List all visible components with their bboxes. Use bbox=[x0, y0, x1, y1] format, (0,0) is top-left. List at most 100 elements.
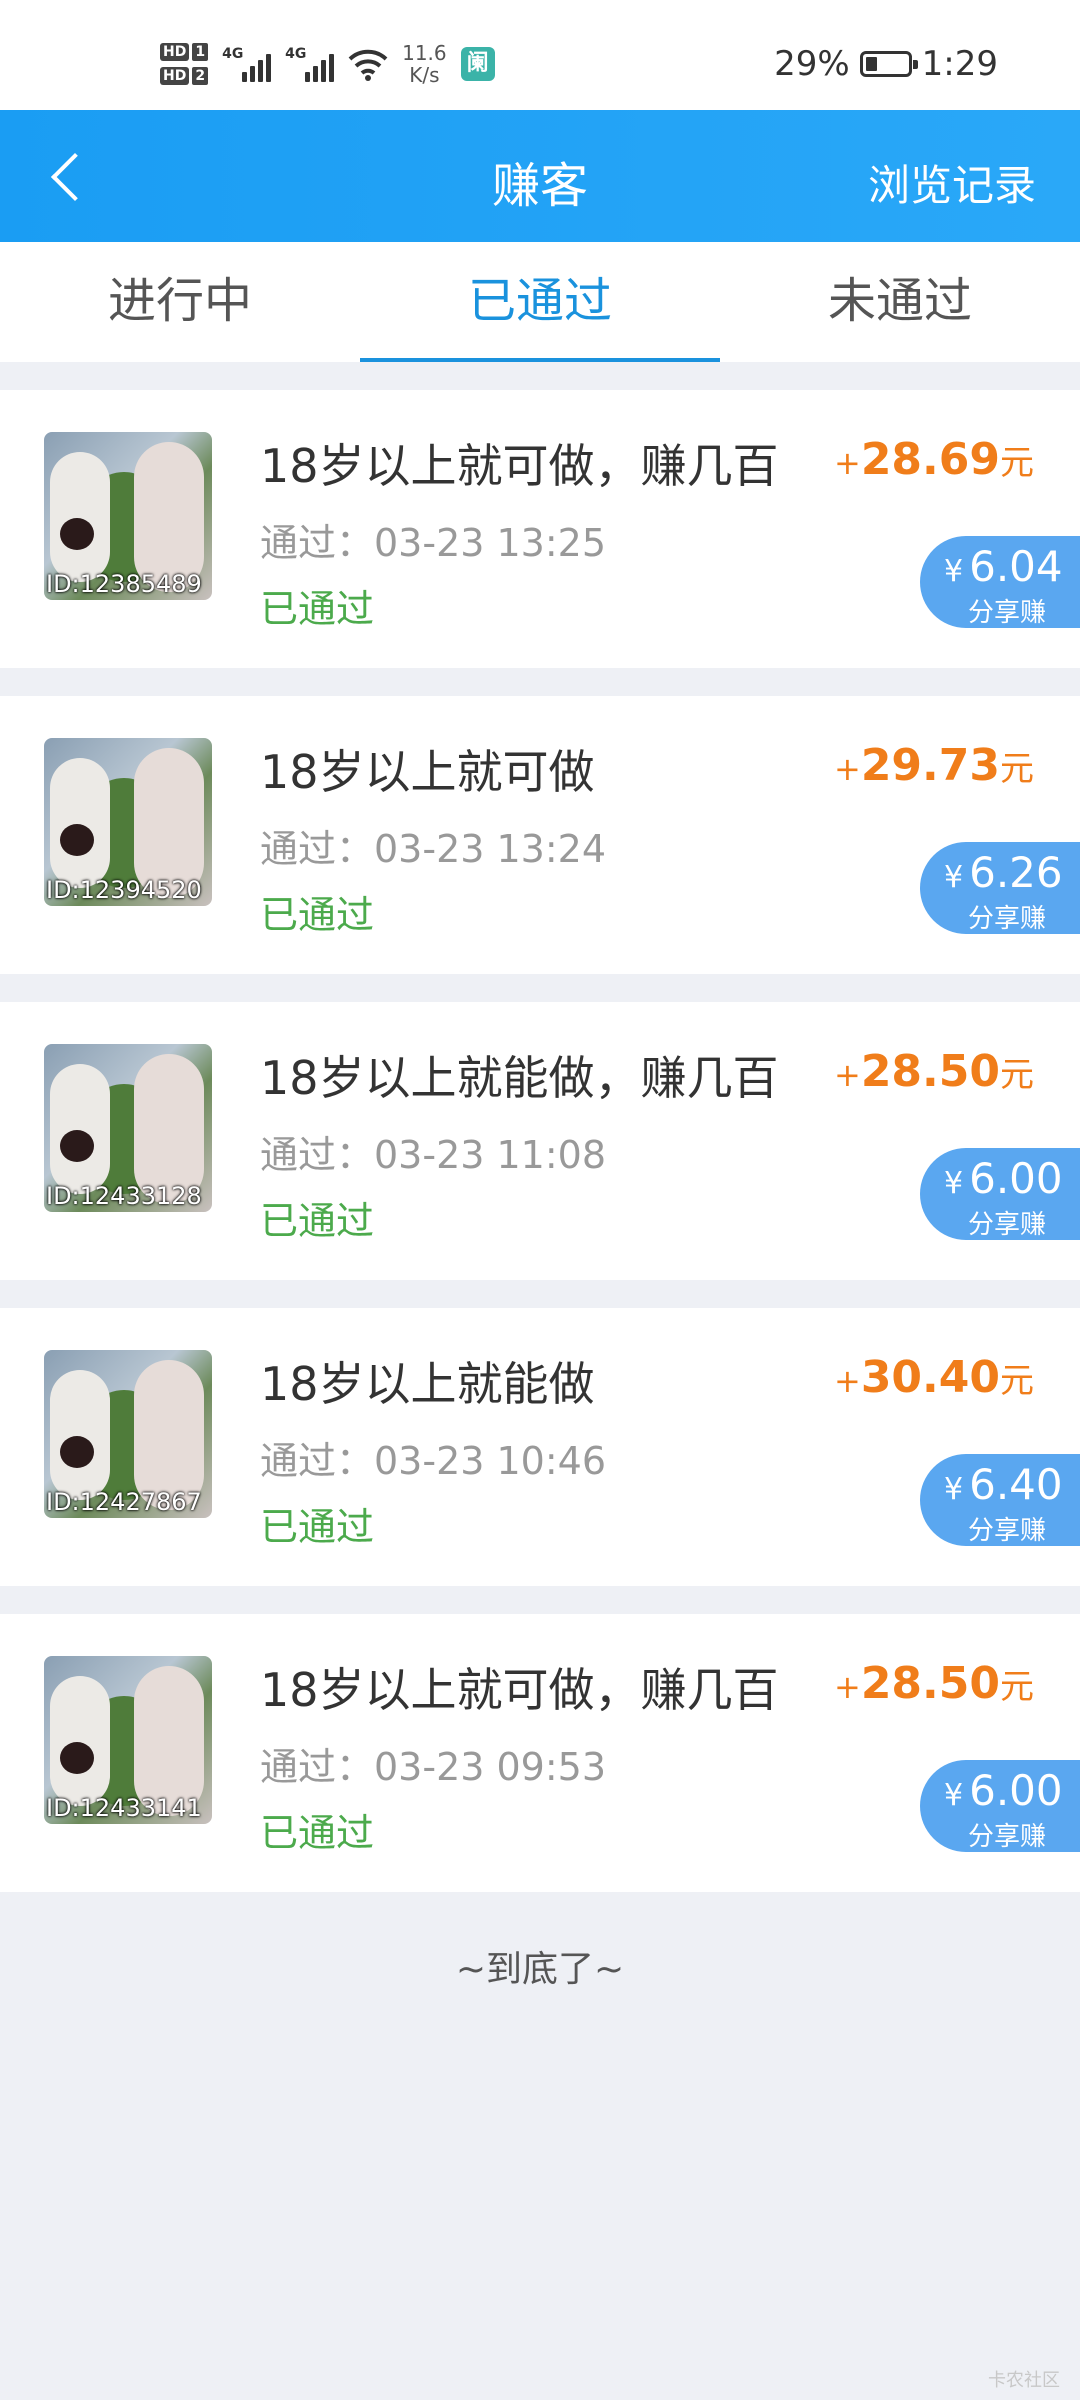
task-thumbnail: ID:12385489 bbox=[44, 432, 212, 600]
reward-unit: 元 bbox=[1000, 1667, 1034, 1707]
network-speed: 11.6 K/s bbox=[402, 42, 447, 86]
reward-plus: + bbox=[834, 750, 861, 788]
status-bar-left: HD 1 HD 2 4G 4G 11.6 K/s 阑 bbox=[160, 34, 495, 94]
share-earn-button[interactable]: ¥6.26 分享赚 bbox=[920, 842, 1080, 934]
reward-value: 28.50 bbox=[860, 1658, 1000, 1709]
task-status: 已通过 bbox=[260, 1505, 375, 1549]
task-pass-time: 通过：03-23 11:08 bbox=[260, 1133, 607, 1177]
task-card[interactable]: ID:12394520 18岁以上就可做 通过：03-23 13:24 已通过 … bbox=[0, 696, 1080, 974]
share-earn-button[interactable]: ¥6.04 分享赚 bbox=[920, 536, 1080, 628]
task-card[interactable]: ID:12427867 18岁以上就能做 通过：03-23 10:46 已通过 … bbox=[0, 1308, 1080, 1586]
wifi-icon bbox=[348, 49, 388, 81]
sim1-indicator: HD 1 bbox=[160, 43, 209, 61]
share-label: 分享赚 bbox=[968, 598, 1047, 628]
task-id: ID:12394520 bbox=[46, 876, 202, 904]
net2-label: 4G bbox=[285, 46, 307, 62]
task-reward: +28.69元 bbox=[834, 434, 1034, 485]
reward-unit: 元 bbox=[1000, 1055, 1034, 1095]
task-list: ID:12385489 18岁以上就可做，赚几百 通过：03-23 13:25 … bbox=[0, 390, 1080, 1920]
share-label: 分享赚 bbox=[968, 904, 1047, 934]
task-id: ID:12427867 bbox=[46, 1488, 202, 1516]
share-value: 6.04 bbox=[969, 542, 1063, 591]
share-earn-button[interactable]: ¥6.00 分享赚 bbox=[920, 1148, 1080, 1240]
reward-plus: + bbox=[834, 1056, 861, 1094]
task-card[interactable]: ID:12433128 18岁以上就能做，赚几百 通过：03-23 11:08 … bbox=[0, 1002, 1080, 1280]
app-notification-icon: 阑 bbox=[460, 47, 495, 81]
watermark: 卡农社区 bbox=[988, 2370, 1060, 2391]
clock: 1:29 bbox=[921, 44, 998, 84]
task-status: 已通过 bbox=[260, 893, 375, 937]
task-reward: +28.50元 bbox=[834, 1046, 1034, 1097]
share-earn-button[interactable]: ¥6.40 分享赚 bbox=[920, 1454, 1080, 1546]
task-id: ID:12433141 bbox=[46, 1794, 202, 1822]
yen-icon: ¥ bbox=[944, 554, 964, 589]
net1-label: 4G bbox=[222, 46, 244, 62]
task-title: 18岁以上就可做，赚几百 bbox=[260, 1663, 779, 1717]
task-title: 18岁以上就可做，赚几百 bbox=[260, 439, 779, 493]
yen-icon: ¥ bbox=[944, 1472, 964, 1507]
battery-icon bbox=[859, 51, 918, 77]
reward-unit: 元 bbox=[1000, 1361, 1034, 1401]
yen-icon: ¥ bbox=[944, 860, 964, 895]
task-pass-time: 通过：03-23 13:25 bbox=[260, 521, 607, 565]
status-bar: HD 1 HD 2 4G 4G 11.6 K/s 阑 29% 1:29 bbox=[0, 0, 1080, 110]
hd2-badge: HD bbox=[160, 67, 190, 85]
task-reward: +29.73元 bbox=[834, 740, 1034, 791]
task-card[interactable]: ID:12385489 18岁以上就可做，赚几百 通过：03-23 13:25 … bbox=[0, 390, 1080, 668]
task-pass-time: 通过：03-23 10:46 bbox=[260, 1439, 607, 1483]
tab-rejected[interactable]: 未通过 bbox=[720, 242, 1080, 362]
share-value: 6.00 bbox=[969, 1154, 1063, 1203]
hd1-badge: HD bbox=[160, 43, 190, 61]
share-earn-button[interactable]: ¥6.00 分享赚 bbox=[920, 1760, 1080, 1852]
hd2-number: 2 bbox=[192, 67, 209, 85]
reward-unit: 元 bbox=[1000, 749, 1034, 789]
share-value: 6.40 bbox=[969, 1460, 1063, 1509]
tab-in-progress[interactable]: 进行中 bbox=[0, 242, 360, 362]
signal1-icon: 4G bbox=[222, 46, 272, 82]
speed-value: 11.6 bbox=[402, 41, 447, 65]
reward-value: 28.50 bbox=[860, 1046, 1000, 1097]
tab-passed[interactable]: 已通过 bbox=[360, 242, 720, 362]
task-status: 已通过 bbox=[260, 1199, 375, 1243]
task-thumbnail: ID:12394520 bbox=[44, 738, 212, 906]
reward-plus: + bbox=[834, 444, 861, 482]
battery-percent: 29% bbox=[774, 44, 850, 84]
task-thumbnail: ID:12433141 bbox=[44, 1656, 212, 1824]
yen-icon: ¥ bbox=[944, 1778, 964, 1813]
sim2-indicator: HD 2 bbox=[160, 67, 209, 85]
task-thumbnail: ID:12427867 bbox=[44, 1350, 212, 1518]
task-thumbnail: ID:12433128 bbox=[44, 1044, 212, 1212]
task-title: 18岁以上就能做，赚几百 bbox=[260, 1051, 779, 1105]
task-status: 已通过 bbox=[260, 587, 375, 631]
task-status: 已通过 bbox=[260, 1811, 375, 1855]
yen-icon: ¥ bbox=[944, 1166, 964, 1201]
share-value: 6.00 bbox=[969, 1766, 1063, 1815]
app-header: 赚客 浏览记录 bbox=[0, 110, 1080, 242]
share-label: 分享赚 bbox=[968, 1210, 1047, 1240]
share-label: 分享赚 bbox=[968, 1822, 1047, 1852]
reward-value: 29.73 bbox=[860, 740, 1000, 791]
speed-unit: K/s bbox=[409, 63, 440, 87]
task-pass-time: 通过：03-23 09:53 bbox=[260, 1745, 607, 1789]
task-card[interactable]: ID:12433141 18岁以上就可做，赚几百 通过：03-23 09:53 … bbox=[0, 1614, 1080, 1892]
task-id: ID:12433128 bbox=[46, 1182, 202, 1210]
task-id: ID:12385489 bbox=[46, 570, 202, 598]
reward-unit: 元 bbox=[1000, 443, 1034, 483]
browse-history-link[interactable]: 浏览记录 bbox=[868, 152, 1036, 213]
task-pass-time: 通过：03-23 13:24 bbox=[260, 827, 607, 871]
task-reward: +30.40元 bbox=[834, 1352, 1034, 1403]
reward-plus: + bbox=[834, 1668, 861, 1706]
hd1-number: 1 bbox=[192, 43, 209, 61]
end-of-list-text: ~到底了~ bbox=[455, 1949, 625, 1990]
reward-value: 28.69 bbox=[860, 434, 1000, 485]
status-tabs: 进行中 已通过 未通过 bbox=[0, 242, 1080, 362]
status-bar-right: 29% 1:29 bbox=[774, 44, 998, 84]
signal2-icon: 4G bbox=[285, 46, 335, 82]
task-title: 18岁以上就能做 bbox=[260, 1357, 595, 1411]
share-value: 6.26 bbox=[969, 848, 1063, 897]
task-title: 18岁以上就可做 bbox=[260, 745, 595, 799]
reward-plus: + bbox=[834, 1362, 861, 1400]
sim-indicators: HD 1 HD 2 bbox=[160, 43, 209, 85]
reward-value: 30.40 bbox=[860, 1352, 1000, 1403]
share-label: 分享赚 bbox=[968, 1516, 1047, 1546]
